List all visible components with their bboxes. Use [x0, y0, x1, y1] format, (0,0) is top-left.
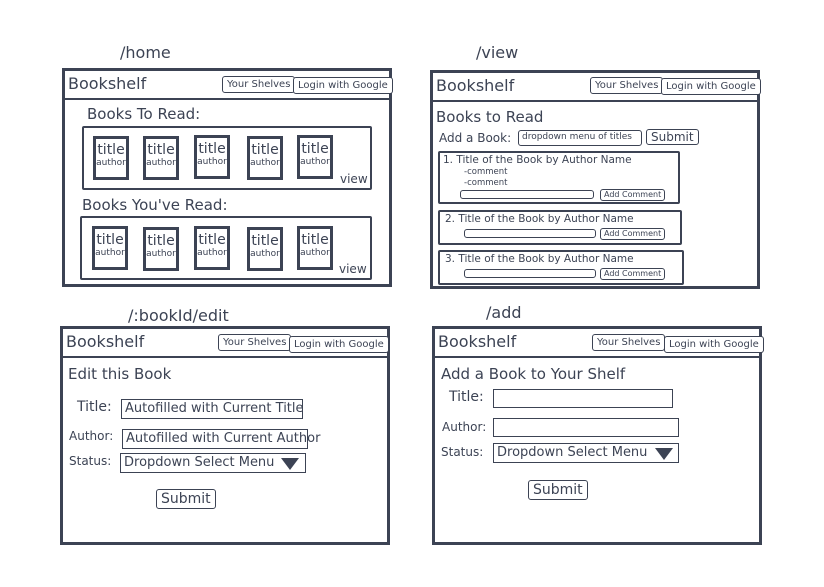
view-link[interactable]: view — [340, 172, 368, 186]
entry-title: 2. Title of the Book by Author Name — [445, 213, 634, 225]
to-read-shelf: title author title author title author titl… — [82, 126, 372, 190]
page-title: Books to Read — [436, 108, 544, 126]
book-card[interactable]: title author — [297, 226, 333, 270]
author-input[interactable] — [493, 418, 679, 437]
dropdown-arrow-icon[interactable] — [281, 458, 299, 470]
to-read-heading: Books To Read: — [87, 105, 201, 123]
submit-button[interactable]: Submit — [528, 480, 588, 500]
book-card[interactable]: title author — [143, 227, 179, 271]
comment-input[interactable] — [464, 269, 596, 278]
comment-input[interactable] — [464, 229, 596, 238]
title-input[interactable] — [493, 389, 673, 408]
author-label: Author: — [69, 429, 114, 443]
view-header: Bookshelf Your Shelves Login with Google — [433, 73, 761, 102]
author-input[interactable]: Autofilled with Current Author — [122, 429, 320, 449]
title-label: Title: — [449, 389, 484, 405]
login-google-button[interactable]: Login with Google — [661, 78, 761, 95]
book-card[interactable]: title author — [194, 226, 230, 270]
book-card[interactable]: title author — [297, 135, 333, 179]
home-wireframe: Bookshelf Your Shelves Login with Google… — [62, 68, 393, 287]
edit-header: Bookshelf Your Shelves Login with Google — [63, 329, 389, 358]
status-label: Status: — [441, 445, 484, 459]
your-shelves-button[interactable]: Your Shelves — [218, 334, 292, 351]
home-header: Bookshelf Your Shelves Login with Google — [65, 71, 393, 100]
book-card[interactable]: title author — [247, 227, 283, 271]
author-label: Author: — [442, 420, 487, 434]
add-comment-button[interactable]: Add Comment — [600, 268, 666, 280]
book-card[interactable]: title author — [93, 136, 129, 180]
brand-title: Bookshelf — [438, 332, 517, 351]
route-edit: /:bookId/edit — [128, 306, 229, 325]
book-card[interactable]: title author — [92, 226, 128, 270]
status-select[interactable]: Dropdown Select Menu — [493, 443, 679, 463]
entry-title: 1. Title of the Book by Author Name — [443, 154, 632, 166]
title-label: Title: — [77, 399, 112, 415]
read-shelf: title author title author title author titl… — [80, 216, 372, 280]
status-select[interactable]: Dropdown Select Menu — [120, 453, 306, 473]
edit-wireframe: Bookshelf Your Shelves Login with Google… — [60, 326, 390, 545]
title-input[interactable]: Autofilled with Current Title — [121, 399, 304, 419]
your-shelves-button[interactable]: Your Shelves — [590, 77, 664, 94]
add-wireframe: Bookshelf Your Shelves Login with Google… — [432, 326, 764, 545]
book-entry: 3. Title of the Book by Author Name Add … — [438, 250, 684, 285]
comment-input[interactable] — [460, 190, 594, 199]
submit-button[interactable]: Submit — [646, 129, 699, 145]
comment: -comment — [464, 178, 508, 188]
login-google-button[interactable]: Login with Google — [293, 77, 393, 94]
book-card[interactable]: title author — [143, 136, 179, 180]
route-view: /view — [476, 43, 519, 62]
book-card[interactable]: title author — [194, 135, 230, 179]
brand-title: Bookshelf — [68, 74, 147, 93]
your-shelves-button[interactable]: Your Shelves — [592, 334, 666, 351]
view-link[interactable]: view — [339, 262, 367, 276]
add-header: Bookshelf Your Shelves Login with Google — [435, 329, 764, 358]
add-comment-button[interactable]: Add Comment — [600, 189, 666, 201]
your-shelves-button[interactable]: Your Shelves — [222, 76, 296, 93]
route-home: /home — [120, 43, 171, 62]
entry-title: 3. Title of the Book by Author Name — [445, 253, 634, 265]
add-book-label: Add a Book: — [439, 131, 512, 145]
brand-title: Bookshelf — [436, 76, 515, 95]
read-heading: Books You've Read: — [82, 196, 228, 214]
dropdown-arrow-icon[interactable] — [655, 448, 673, 460]
brand-title: Bookshelf — [66, 332, 145, 351]
route-add: /add — [486, 303, 522, 322]
add-comment-button[interactable]: Add Comment — [600, 228, 666, 240]
page-title: Edit this Book — [68, 365, 172, 383]
login-google-button[interactable]: Login with Google — [664, 336, 764, 353]
view-wireframe: Bookshelf Your Shelves Login with Google… — [430, 70, 761, 289]
comment: -comment — [464, 167, 508, 177]
page-title: Add a Book to Your Shelf — [441, 365, 626, 383]
login-google-button[interactable]: Login with Google — [289, 336, 389, 353]
book-entry: 1. Title of the Book by Author Name -com… — [438, 151, 680, 204]
book-card[interactable]: title author — [247, 136, 283, 180]
status-label: Status: — [69, 454, 112, 468]
title-dropdown[interactable]: dropdown menu of titles — [518, 130, 642, 146]
submit-button[interactable]: Submit — [156, 489, 216, 509]
book-entry: 2. Title of the Book by Author Name Add … — [438, 210, 682, 245]
